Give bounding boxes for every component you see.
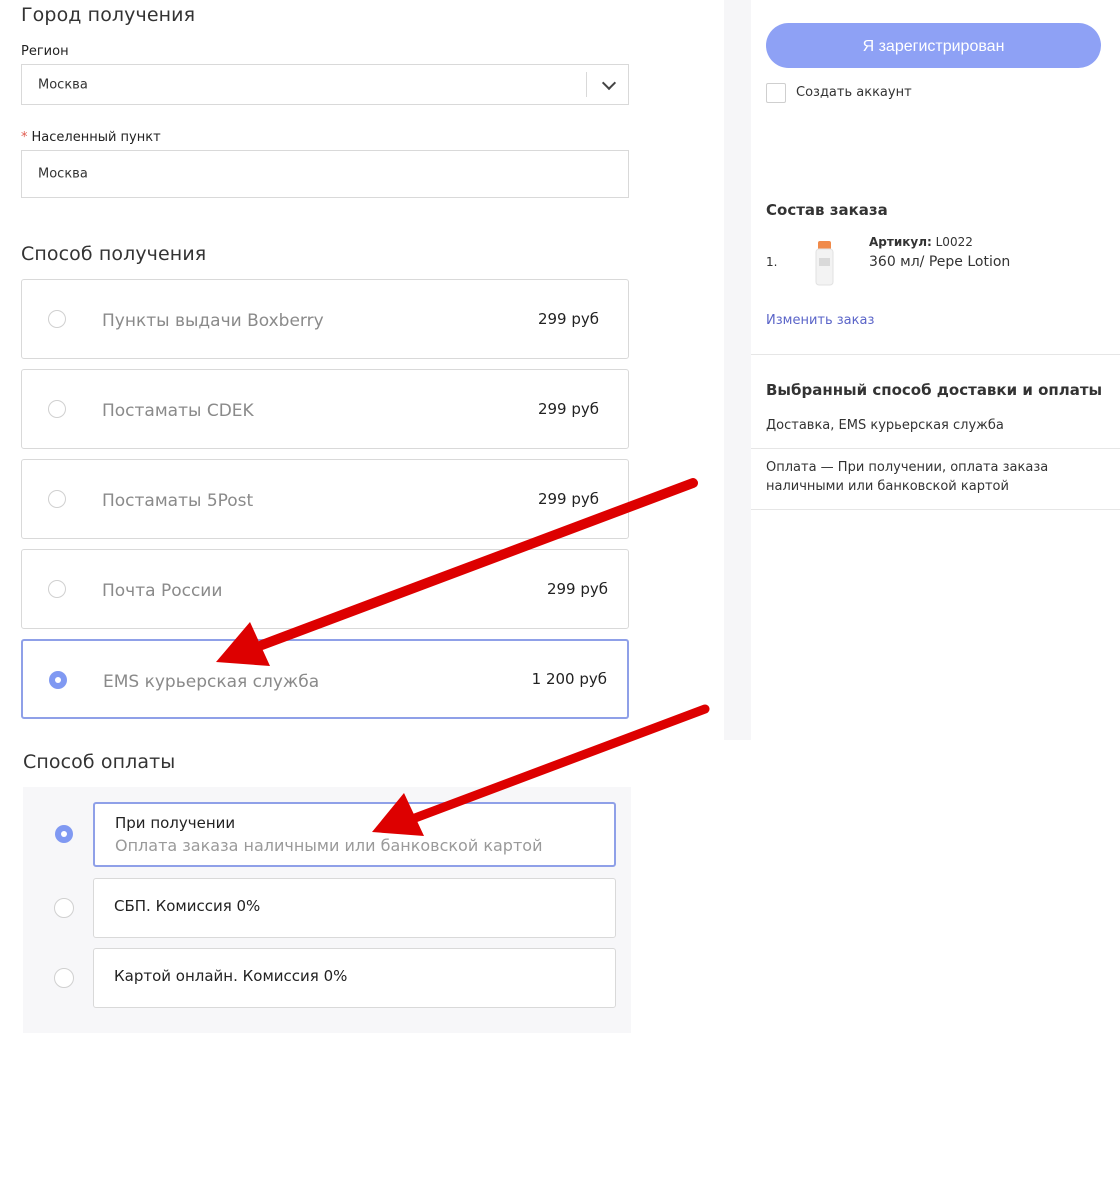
arrow-icon bbox=[372, 704, 710, 836]
annotation-arrows bbox=[216, 478, 710, 836]
arrow-icon bbox=[216, 478, 698, 666]
